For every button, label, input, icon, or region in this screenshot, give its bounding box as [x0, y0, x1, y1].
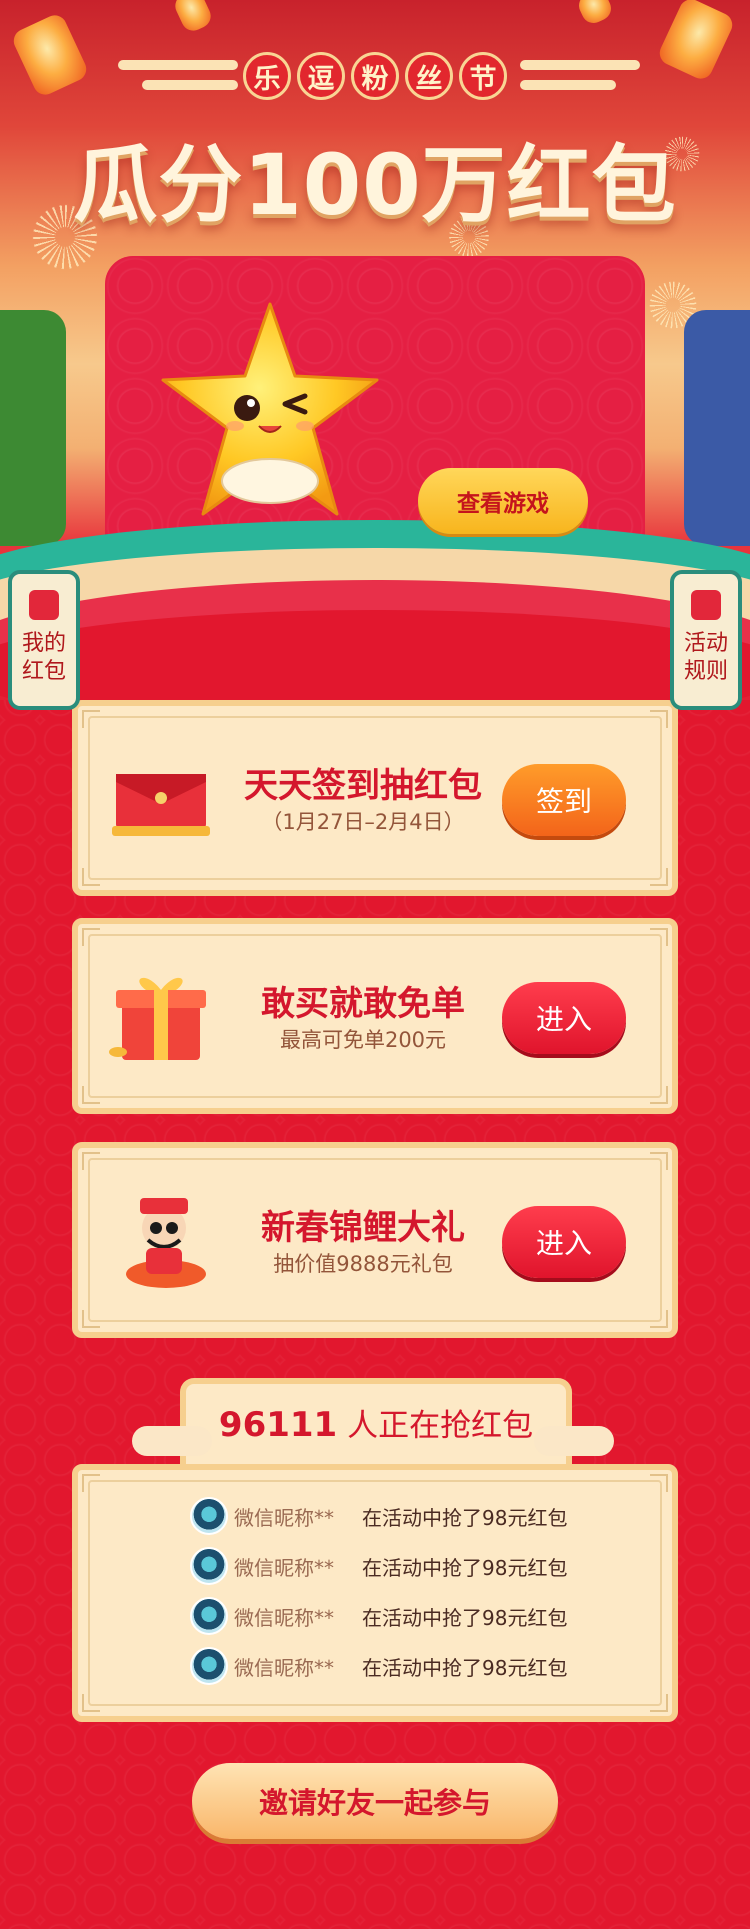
- task-card-checkin: 天天签到抽红包 （1月27日–2月4日） 签到: [72, 700, 678, 896]
- task-card-free-order: 敢买就敢免单 最高可免单200元 进入: [72, 918, 678, 1114]
- avatar: [190, 1647, 228, 1685]
- festival-char: 粉: [351, 52, 399, 100]
- task-card-koi-gift: 新春锦鲤大礼 抽价值9888元礼包 进入: [72, 1142, 678, 1338]
- nickname: 微信昵称**: [234, 1555, 334, 1580]
- invite-friends-button[interactable]: 邀请好友一起参与: [192, 1763, 558, 1839]
- my-red-envelope-label: 我的红包: [21, 631, 66, 684]
- red-envelope-icon: [112, 774, 210, 836]
- task-subtitle: 最高可免单200元: [279, 1028, 447, 1052]
- task-title: 天天签到抽红包: [244, 766, 482, 806]
- festival-char: 丝: [405, 52, 453, 100]
- festival-badge: 乐 逗 粉 丝 节: [0, 52, 750, 100]
- winner-message: 在活动中抢了98元红包: [362, 1605, 568, 1630]
- avatar: [190, 1597, 228, 1635]
- task-title: 新春锦鲤大礼: [261, 1208, 465, 1248]
- game-card[interactable]: 查看游戏: [105, 256, 645, 576]
- winner-ticker: 微信昵称** 在活动中抢了98元红包 微信昵称** 在活动中抢了98元红包 微信…: [72, 1464, 678, 1722]
- nickname: 微信昵称**: [234, 1605, 334, 1630]
- winner-message: 在活动中抢了98元红包: [362, 1655, 568, 1680]
- festival-char: 节: [459, 52, 507, 100]
- enter-button[interactable]: 进入: [502, 982, 626, 1054]
- task-subtitle: （1月27日–2月4日）: [261, 810, 465, 834]
- page: 乐 逗 粉 丝 节 瓜分100万红包 查看游戏 我的红包 活动规则 天天签到抽红…: [0, 0, 750, 1929]
- page-title: 瓜分100万红包: [73, 136, 677, 234]
- star-mascot-icon: [161, 302, 379, 516]
- list-icon: [691, 590, 721, 620]
- list-item: 微信昵称** 在活动中抢了98元红包: [190, 1646, 567, 1686]
- list-item: 微信昵称** 在活动中抢了98元红包: [190, 1496, 567, 1536]
- rules-label: 活动规则: [683, 631, 728, 684]
- checkin-button[interactable]: 签到: [502, 764, 626, 836]
- nickname: 微信昵称**: [234, 1505, 334, 1530]
- task-subtitle: 抽价值9888元礼包: [273, 1252, 453, 1276]
- task-title: 敢买就敢免单: [261, 984, 465, 1024]
- enter-button[interactable]: 进入: [502, 1206, 626, 1278]
- rules-button[interactable]: 活动规则: [670, 570, 742, 710]
- carousel-prev-card[interactable]: [0, 310, 66, 546]
- avatar: [190, 1547, 228, 1585]
- participant-count: 96111: [218, 1405, 338, 1445]
- winner-message: 在活动中抢了98元红包: [362, 1555, 568, 1580]
- nickname: 微信昵称**: [234, 1655, 334, 1680]
- my-red-envelope-button[interactable]: 我的红包: [8, 570, 80, 710]
- list-item: 微信昵称** 在活动中抢了98元红包: [190, 1596, 567, 1636]
- view-game-button[interactable]: 查看游戏: [418, 468, 588, 534]
- winner-message: 在活动中抢了98元红包: [362, 1505, 568, 1530]
- gift-box-icon: [109, 977, 206, 1060]
- festival-char: 乐: [243, 52, 291, 100]
- carousel-next-card[interactable]: [684, 310, 750, 546]
- ticker-heading: 96111 人正在抢红包: [180, 1400, 572, 1445]
- participant-count-label: 人正在抢红包: [347, 1408, 534, 1444]
- fortune-god-icon: [126, 1198, 206, 1288]
- avatar: [190, 1497, 228, 1535]
- list-item: 微信昵称** 在活动中抢了98元红包: [190, 1546, 567, 1586]
- festival-char: 逗: [297, 52, 345, 100]
- red-envelope-icon: [29, 590, 59, 620]
